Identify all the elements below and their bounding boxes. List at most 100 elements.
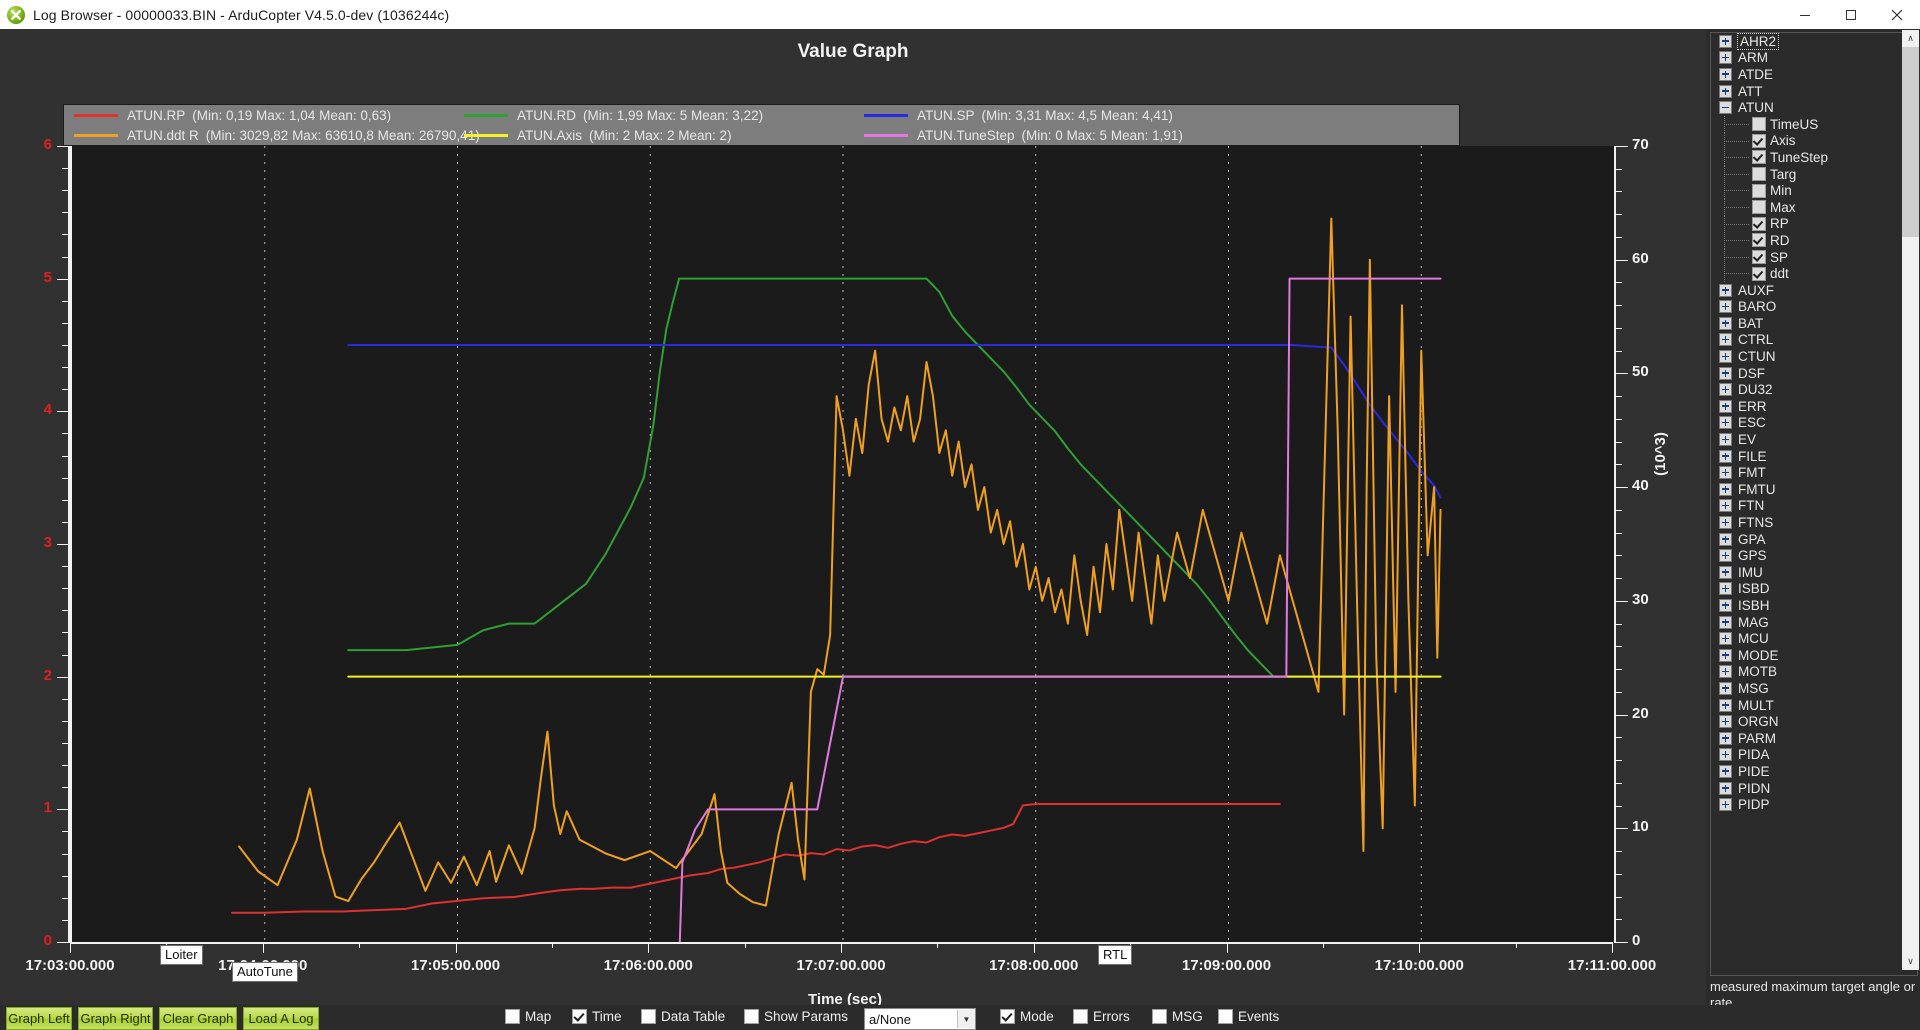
field-checkbox-axis[interactable] xyxy=(1752,133,1766,148)
expand-icon[interactable] xyxy=(1719,748,1732,762)
field-checkbox-rd[interactable] xyxy=(1752,233,1766,248)
tree-scrollbar[interactable]: ∧ ∨ xyxy=(1902,30,1919,970)
expand-icon[interactable] xyxy=(1719,416,1732,430)
expand-icon[interactable] xyxy=(1719,499,1732,513)
tree-group-ftn[interactable]: FTN xyxy=(1711,498,1917,515)
tree-group-imu[interactable]: IMU xyxy=(1711,564,1917,581)
tree-group-du32[interactable]: DU32 xyxy=(1711,381,1917,398)
tree-group-baro[interactable]: BARO xyxy=(1711,299,1917,316)
field-checkbox-tunestep[interactable] xyxy=(1752,150,1766,165)
expand-icon[interactable] xyxy=(1719,51,1732,65)
tree-field-max[interactable]: Max xyxy=(1711,198,1917,216)
clear-graph-button[interactable]: Clear Graph xyxy=(159,1007,237,1030)
expand-icon[interactable] xyxy=(1719,466,1732,480)
tree-group-auxf[interactable]: AUXF xyxy=(1711,282,1917,299)
expand-icon[interactable] xyxy=(1719,350,1732,364)
tree-group-ftns[interactable]: FTNS xyxy=(1711,514,1917,531)
tree-group-isbd[interactable]: ISBD xyxy=(1711,581,1917,598)
tree-group-fmtu[interactable]: FMTU xyxy=(1711,481,1917,498)
tree-group-pida[interactable]: PIDA xyxy=(1711,747,1917,764)
expand-icon[interactable] xyxy=(1719,615,1732,629)
checkbox-icon[interactable] xyxy=(505,1009,520,1024)
expand-icon[interactable] xyxy=(1719,715,1732,729)
message-tree[interactable]: AHR2 ARM ATDE ATT ATUN TimeUS Axis TuneStep Targ… xyxy=(1710,32,1918,976)
tree-group-pide[interactable]: PIDE xyxy=(1711,763,1917,780)
tree-group-gpa[interactable]: GPA xyxy=(1711,531,1917,548)
expand-icon[interactable] xyxy=(1719,632,1732,646)
expand-icon[interactable] xyxy=(1719,665,1732,679)
tree-group-mode[interactable]: MODE xyxy=(1711,647,1917,664)
tree-field-axis[interactable]: Axis xyxy=(1711,132,1917,150)
expand-icon[interactable] xyxy=(1719,383,1732,397)
field-checkbox-sp[interactable] xyxy=(1752,250,1766,265)
expand-icon[interactable] xyxy=(1719,316,1732,330)
tree-group-parm[interactable]: PARM xyxy=(1711,730,1917,747)
tree-group-isbh[interactable]: ISBH xyxy=(1711,597,1917,614)
checkbox-icon[interactable] xyxy=(744,1009,759,1024)
expand-icon[interactable] xyxy=(1719,433,1732,447)
tree-group-esc[interactable]: ESC xyxy=(1711,415,1917,432)
tree-group-file[interactable]: FILE xyxy=(1711,448,1917,465)
tree-group-motb[interactable]: MOTB xyxy=(1711,664,1917,681)
tree-group-pidp[interactable]: PIDP xyxy=(1711,796,1917,813)
tree-field-rp[interactable]: RP xyxy=(1711,215,1917,233)
checkbox-icon[interactable] xyxy=(1152,1009,1167,1024)
scroll-up-icon[interactable]: ∧ xyxy=(1902,30,1919,47)
expand-icon[interactable] xyxy=(1719,67,1732,81)
expand-icon[interactable] xyxy=(1719,532,1732,546)
tree-group-fmt[interactable]: FMT xyxy=(1711,464,1917,481)
field-checkbox-max[interactable] xyxy=(1752,200,1766,215)
expand-icon[interactable] xyxy=(1719,798,1732,812)
field-checkbox-targ[interactable] xyxy=(1752,167,1766,182)
tree-group-arm[interactable]: ARM xyxy=(1711,50,1917,67)
field-checkbox-timeus[interactable] xyxy=(1752,117,1766,132)
expand-icon[interactable] xyxy=(1719,698,1732,712)
toolbar-checkbox-time[interactable]: Time xyxy=(572,1009,622,1024)
tree-group-ev[interactable]: EV xyxy=(1711,431,1917,448)
tree-group-msg[interactable]: MSG xyxy=(1711,680,1917,697)
checkbox-icon[interactable] xyxy=(1000,1009,1015,1024)
tree-field-rd[interactable]: RD xyxy=(1711,232,1917,249)
expand-icon[interactable] xyxy=(1719,482,1732,496)
graph-left-button[interactable]: Graph Left xyxy=(6,1007,72,1030)
expand-icon[interactable] xyxy=(1719,283,1732,297)
field-checkbox-min[interactable] xyxy=(1752,183,1766,198)
expand-icon[interactable] xyxy=(1719,34,1732,48)
checkbox-icon[interactable] xyxy=(1073,1009,1088,1024)
checkbox-icon[interactable] xyxy=(1218,1009,1233,1024)
tree-group-atde[interactable]: ATDE xyxy=(1711,66,1917,83)
tree-group-atun[interactable]: ATUN xyxy=(1711,99,1917,116)
tree-group-gps[interactable]: GPS xyxy=(1711,547,1917,564)
expand-icon[interactable] xyxy=(1719,598,1732,612)
close-icon[interactable] xyxy=(1874,0,1920,29)
tree-group-ahr2[interactable]: AHR2 xyxy=(1711,33,1917,50)
toolbar-checkbox-data-table[interactable]: Data Table xyxy=(641,1009,725,1024)
tree-field-timeus[interactable]: TimeUS xyxy=(1711,115,1917,133)
expand-icon[interactable] xyxy=(1719,731,1732,745)
graph-right-button[interactable]: Graph Right xyxy=(78,1007,153,1030)
field-checkbox-rp[interactable] xyxy=(1752,216,1766,231)
expand-icon[interactable] xyxy=(1719,764,1732,778)
toolbar-checkbox-map[interactable]: Map xyxy=(505,1009,551,1024)
tree-group-orgn[interactable]: ORGN xyxy=(1711,713,1917,730)
tree-field-ddt[interactable]: ddt xyxy=(1711,265,1917,282)
expand-icon[interactable] xyxy=(1719,516,1732,530)
mode-select[interactable]: a/None ▼ xyxy=(864,1008,976,1030)
tree-group-mcu[interactable]: MCU xyxy=(1711,630,1917,647)
tree-group-pidn[interactable]: PIDN xyxy=(1711,780,1917,797)
toolbar-checkbox-show-params[interactable]: Show Params xyxy=(744,1009,848,1024)
toolbar-checkbox-errors[interactable]: Errors xyxy=(1073,1009,1130,1024)
expand-icon[interactable] xyxy=(1719,681,1732,695)
tree-field-tunestep[interactable]: TuneStep xyxy=(1711,149,1917,166)
checkbox-icon[interactable] xyxy=(641,1009,656,1024)
tree-field-targ[interactable]: Targ xyxy=(1711,165,1917,183)
tree-group-bat[interactable]: BAT xyxy=(1711,315,1917,332)
expand-icon[interactable] xyxy=(1719,648,1732,662)
toolbar-checkbox-msg[interactable]: MSG xyxy=(1152,1009,1203,1024)
expand-icon[interactable] xyxy=(1719,549,1732,563)
tree-group-ctrl[interactable]: CTRL xyxy=(1711,332,1917,349)
tree-group-err[interactable]: ERR xyxy=(1711,398,1917,415)
tree-field-min[interactable]: Min xyxy=(1711,182,1917,199)
collapse-icon[interactable] xyxy=(1719,101,1732,115)
toolbar-checkbox-mode[interactable]: Mode xyxy=(1000,1009,1054,1024)
